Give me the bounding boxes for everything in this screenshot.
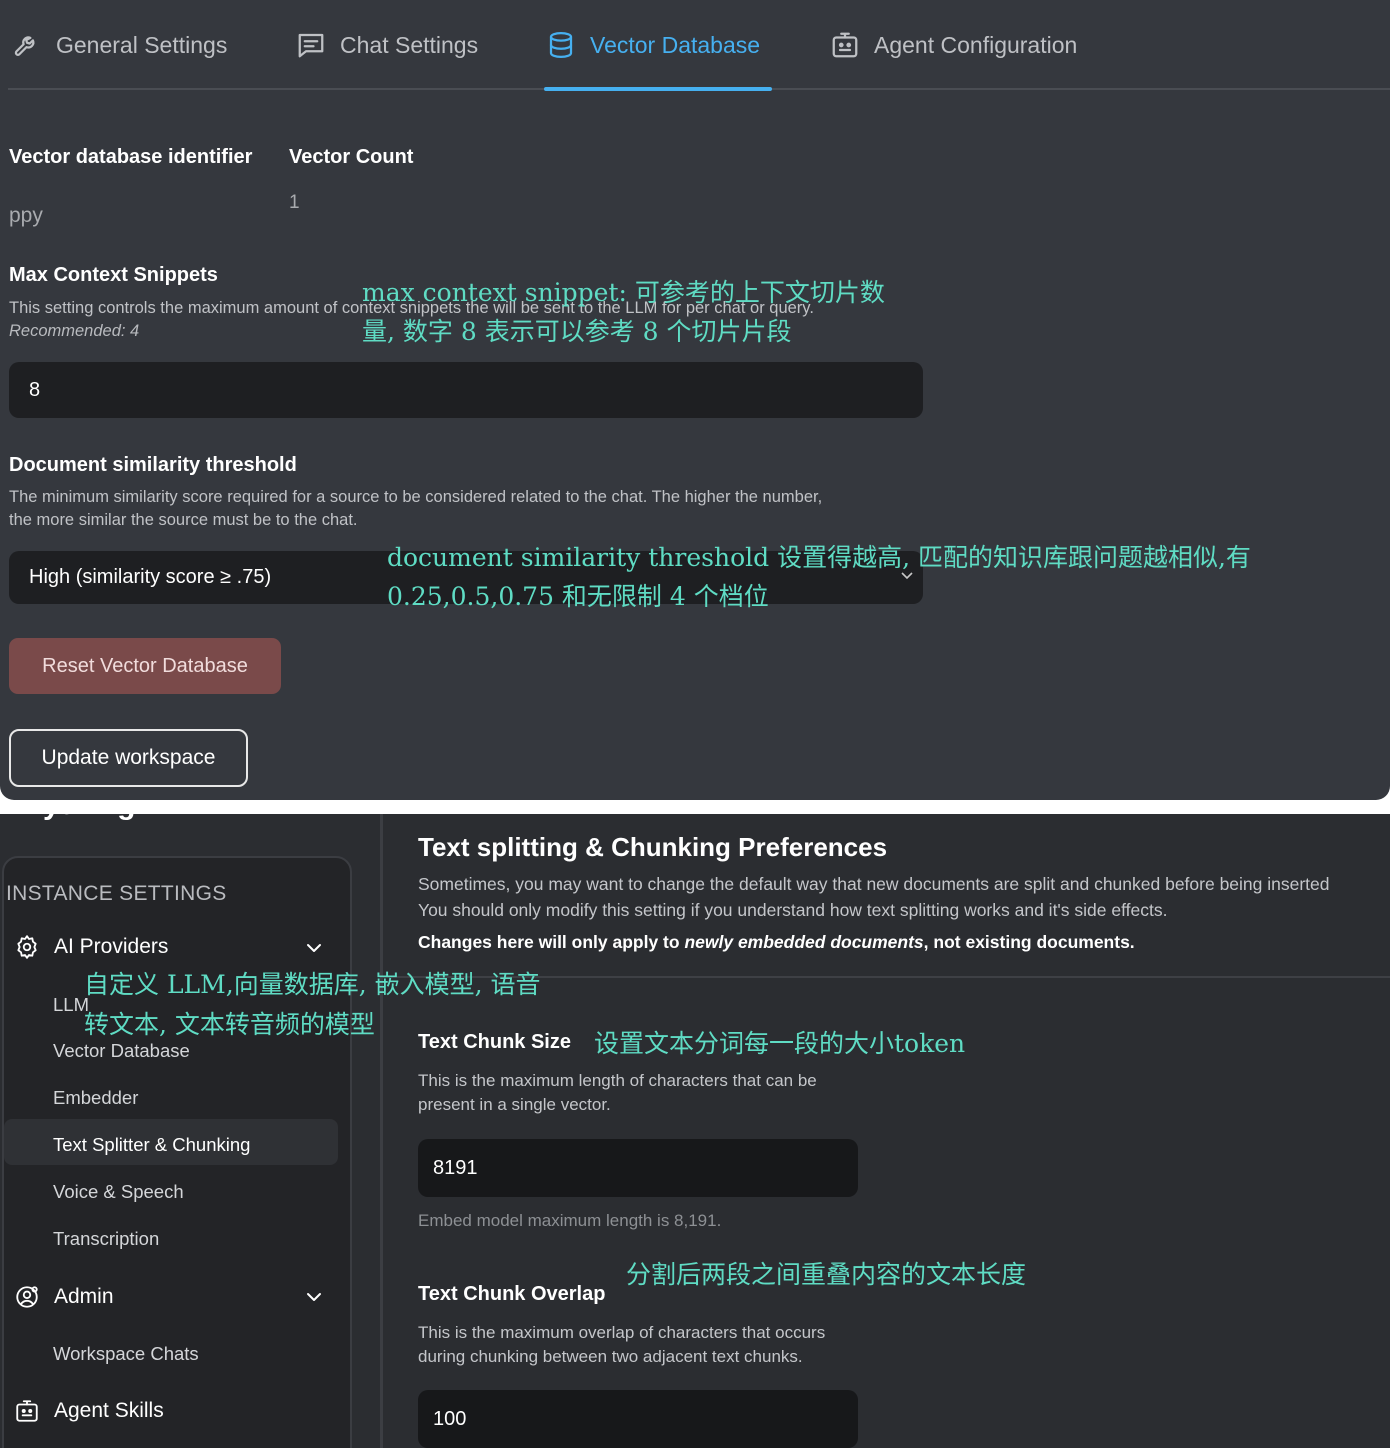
annotation-chunk-size: 设置文本分词每一段的大小token [594, 1029, 966, 1058]
robot-icon [832, 32, 858, 58]
brand-logo: AnythingLLM [2, 814, 199, 822]
annotation-similarity-2: 0.25,0.5,0.75 和无限制 4 个档位 [387, 582, 769, 611]
max-context-snippets-label: Max Context Snippets [9, 264, 218, 286]
sidebar-group-admin[interactable]: Admin [14, 1284, 114, 1310]
instance-settings-heading: INSTANCE SETTINGS [6, 882, 227, 905]
database-icon [549, 32, 573, 58]
similarity-threshold-selected: High (similarity score ≥ .75) [29, 566, 272, 588]
similarity-threshold-description-1: The minimum similarity score required fo… [9, 488, 823, 506]
text-chunk-overlap-description: This is the maximum overlap of character… [418, 1323, 826, 1366]
active-tab-indicator [544, 87, 772, 91]
settings-tabs: General Settings Chat Settings Vector Da… [8, 0, 1390, 90]
workspace-settings-panel: General Settings Chat Settings Vector Da… [0, 0, 1390, 800]
annotation-providers-2: 转文本, 文本转音频的模型 [84, 1010, 375, 1039]
reset-vector-database-button[interactable]: Reset Vector Database [9, 638, 281, 694]
similarity-threshold-label: Document similarity threshold [9, 454, 297, 476]
wrench-icon [14, 36, 35, 56]
chat-icon [298, 33, 324, 58]
page-title: Text splitting & Chunking Preferences [418, 832, 888, 862]
tab-label: Vector Database [590, 31, 761, 58]
sidebar-item-text-splitter[interactable]: Text Splitter & Chunking [53, 1134, 250, 1156]
sidebar-divider [380, 814, 383, 1448]
sidebar-item-transcription[interactable]: Transcription [53, 1228, 159, 1250]
similarity-threshold-description-2: the more similar the source must be to t… [9, 511, 358, 529]
annotation-snippet-1: max context snippet: 可参考的上下文切片数 [362, 278, 885, 307]
user-gear-icon [16, 1286, 38, 1308]
annotation-similarity-1: document similarity threshold 设置得越高, 匹配的… [387, 543, 1251, 572]
chevron-down-icon[interactable] [304, 938, 324, 958]
text-chunk-size-description: This is the maximum length of characters… [418, 1071, 817, 1114]
robot-icon [16, 1400, 38, 1422]
gear-icon [17, 935, 37, 959]
vector-db-identifier-value: ppy [9, 204, 43, 227]
text-chunk-overlap-label: Text Chunk Overlap [418, 1283, 606, 1305]
max-context-snippets-input[interactable]: 8 [9, 362, 923, 418]
sidebar-group-label: Admin [54, 1285, 114, 1308]
tab-chat-settings[interactable]: Chat Settings [296, 30, 478, 60]
vector-count-value: 1 [289, 192, 300, 213]
tab-general-settings[interactable]: General Settings [12, 30, 227, 60]
sidebar-item-workspace-chats[interactable]: Workspace Chats [53, 1343, 199, 1365]
sidebar-item-voice-speech[interactable]: Voice & Speech [53, 1181, 184, 1203]
chevron-down-icon[interactable] [304, 1287, 324, 1307]
chunking-description-2: You should only modify this setting if y… [418, 900, 1168, 920]
vector-count-label: Vector Count [289, 146, 414, 168]
vector-db-identifier-label: Vector database identifier [9, 146, 253, 168]
annotation-providers-1: 自定义 LLM,向量数据库, 嵌入模型, 语音 [84, 970, 541, 999]
max-context-snippets-recommended: Recommended: 4 [9, 322, 140, 340]
tab-vector-database[interactable]: Vector Database [546, 30, 760, 60]
tab-label: General Settings [56, 31, 228, 58]
sidebar-item-embedder[interactable]: Embedder [53, 1087, 138, 1109]
instance-settings-panel: AnythingLLM INSTANCE SETTINGS AI Provide… [0, 814, 1390, 1448]
chunking-note: Changes here will only apply to newly em… [418, 932, 1135, 952]
update-workspace-button[interactable]: Update workspace [9, 729, 248, 787]
annotation-snippet-2: 量, 数字 8 表示可以参考 8 个切片片段 [362, 317, 792, 346]
tab-agent-configuration[interactable]: Agent Configuration [830, 30, 1077, 60]
sidebar-group-agent-skills[interactable]: Agent Skills [14, 1398, 164, 1424]
annotation-chunk-overlap: 分割后两段之间重叠内容的文本长度 [626, 1260, 1027, 1289]
text-chunk-size-input[interactable]: 8191 [418, 1139, 858, 1197]
text-chunk-size-label: Text Chunk Size [418, 1031, 571, 1053]
sidebar-group-ai-providers[interactable]: AI Providers [14, 934, 168, 960]
sidebar-group-label: AI Providers [54, 935, 169, 958]
chunking-description-1: Sometimes, you may want to change the de… [418, 874, 1330, 894]
text-chunk-size-hint: Embed model maximum length is 8,191. [418, 1211, 722, 1230]
sidebar-group-label: Agent Skills [54, 1399, 164, 1422]
text-chunk-overlap-input[interactable]: 100 [418, 1390, 858, 1448]
settings-sidebar: INSTANCE SETTINGS AI Providers LLM Vecto… [2, 856, 352, 1448]
tab-label: Chat Settings [340, 31, 479, 58]
tab-label: Agent Configuration [874, 31, 1078, 58]
